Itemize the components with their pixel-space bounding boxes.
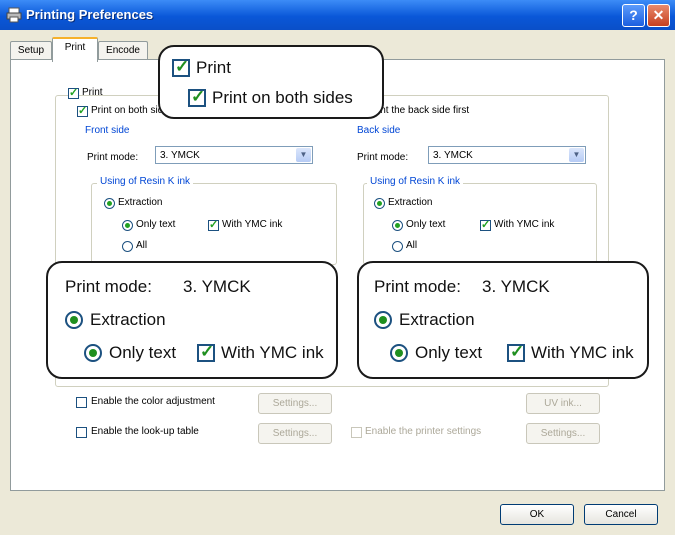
print-checkbox[interactable] — [68, 86, 79, 99]
back-only-text-label: Only text — [406, 219, 446, 230]
chevron-down-icon[interactable]: ▼ — [569, 148, 584, 162]
callout-right-extraction-radio — [374, 311, 392, 329]
lookup-table-label: Enable the look-up table — [91, 426, 199, 437]
tab-setup[interactable]: Setup — [10, 41, 52, 60]
color-adjustment-settings-button[interactable]: Settings... — [258, 393, 332, 414]
front-only-text-label: Only text — [136, 219, 176, 230]
callout-left-with-ymc-checkbox — [197, 342, 215, 362]
front-extraction-label: Extraction — [118, 197, 163, 208]
print-label: Print — [82, 87, 103, 98]
back-mode-value: 3. YMCK — [433, 150, 473, 161]
callout-back-settings: Print mode: 3. YMCK Extraction Only text… — [357, 261, 649, 379]
title-bar[interactable]: Printing Preferences ? ✕ — [0, 0, 675, 30]
printer-settings-checkbox[interactable] — [351, 427, 362, 438]
front-only-text-radio[interactable] — [122, 220, 133, 231]
front-with-ymc-checkbox[interactable] — [208, 218, 219, 231]
close-button[interactable]: ✕ — [647, 4, 670, 27]
back-resin-title: Using of Resin K ink — [367, 176, 464, 187]
window-title: Printing Preferences — [26, 7, 154, 22]
printer-settings-label: Enable the printer settings — [365, 426, 482, 437]
callout-front-settings: Print mode: 3. YMCK Extraction Only text… — [46, 261, 338, 379]
color-adjustment-label: Enable the color adjustment — [91, 396, 215, 407]
callout-left-mode-label: Print mode: — [65, 277, 152, 296]
color-adjustment-checkbox[interactable] — [76, 397, 87, 408]
uv-ink-button[interactable]: UV ink... — [526, 393, 600, 414]
callout-left-mode-value: 3. YMCK — [183, 277, 251, 296]
lookup-table-settings-button[interactable]: Settings... — [258, 423, 332, 444]
callout-left-only-text-radio — [84, 344, 102, 362]
callout-right-only-text-radio — [390, 344, 408, 362]
front-with-ymc-label: With YMC ink — [222, 219, 283, 230]
cancel-button[interactable]: Cancel — [584, 504, 658, 525]
callout-right-mode-label: Print mode: — [374, 277, 461, 296]
back-all-radio[interactable] — [392, 241, 403, 252]
callout-left-with-ymc-label: With YMC ink — [221, 343, 324, 362]
callout-print-options: Print Print on both sides — [158, 45, 384, 119]
back-extraction-radio[interactable] — [374, 198, 385, 209]
front-extraction-radio[interactable] — [104, 198, 115, 209]
printing-preferences-window: Printing Preferences ? ✕ Setup Print Enc… — [0, 0, 675, 535]
chevron-down-icon[interactable]: ▼ — [296, 148, 311, 162]
front-all-label: All — [136, 240, 148, 251]
callout-print-checkbox — [172, 57, 190, 77]
front-resin-title: Using of Resin K ink — [97, 176, 194, 187]
back-only-text-radio[interactable] — [392, 220, 403, 231]
callout-right-with-ymc-label: With YMC ink — [531, 343, 634, 362]
callout-both-sides-label: Print on both sides — [212, 88, 353, 107]
printer-settings-button[interactable]: Settings... — [526, 423, 600, 444]
back-extraction-label: Extraction — [388, 197, 433, 208]
tab-encode[interactable]: Encode — [98, 41, 148, 60]
callout-left-extraction-radio — [65, 311, 83, 329]
callout-right-extraction-label: Extraction — [399, 310, 475, 329]
lookup-table-checkbox[interactable] — [76, 427, 87, 438]
front-all-radio[interactable] — [122, 241, 133, 252]
tab-print[interactable]: Print — [52, 37, 98, 62]
back-mode-select[interactable]: 3. YMCK ▼ — [428, 146, 586, 164]
callout-right-mode-value: 3. YMCK — [482, 277, 550, 296]
callout-left-only-text-label: Only text — [109, 343, 177, 362]
front-mode-label: Print mode: — [87, 152, 139, 163]
callout-left-extraction-label: Extraction — [90, 310, 166, 329]
callout-both-sides-checkbox — [188, 87, 206, 107]
front-side-title: Front side — [85, 125, 130, 136]
front-mode-select[interactable]: 3. YMCK ▼ — [155, 146, 313, 164]
callout-print-label: Print — [196, 58, 231, 77]
both-sides-checkbox[interactable] — [77, 104, 88, 117]
back-mode-label: Print mode: — [357, 152, 409, 163]
printer-icon — [6, 7, 22, 23]
back-with-ymc-checkbox[interactable] — [480, 218, 491, 231]
front-mode-value: 3. YMCK — [160, 150, 200, 161]
callout-right-only-text-label: Only text — [415, 343, 483, 362]
ok-button[interactable]: OK — [500, 504, 574, 525]
back-side-title: Back side — [357, 125, 401, 136]
callout-right-with-ymc-checkbox — [507, 342, 525, 362]
back-all-label: All — [406, 240, 418, 251]
help-button[interactable]: ? — [622, 4, 645, 27]
back-with-ymc-label: With YMC ink — [494, 219, 555, 230]
